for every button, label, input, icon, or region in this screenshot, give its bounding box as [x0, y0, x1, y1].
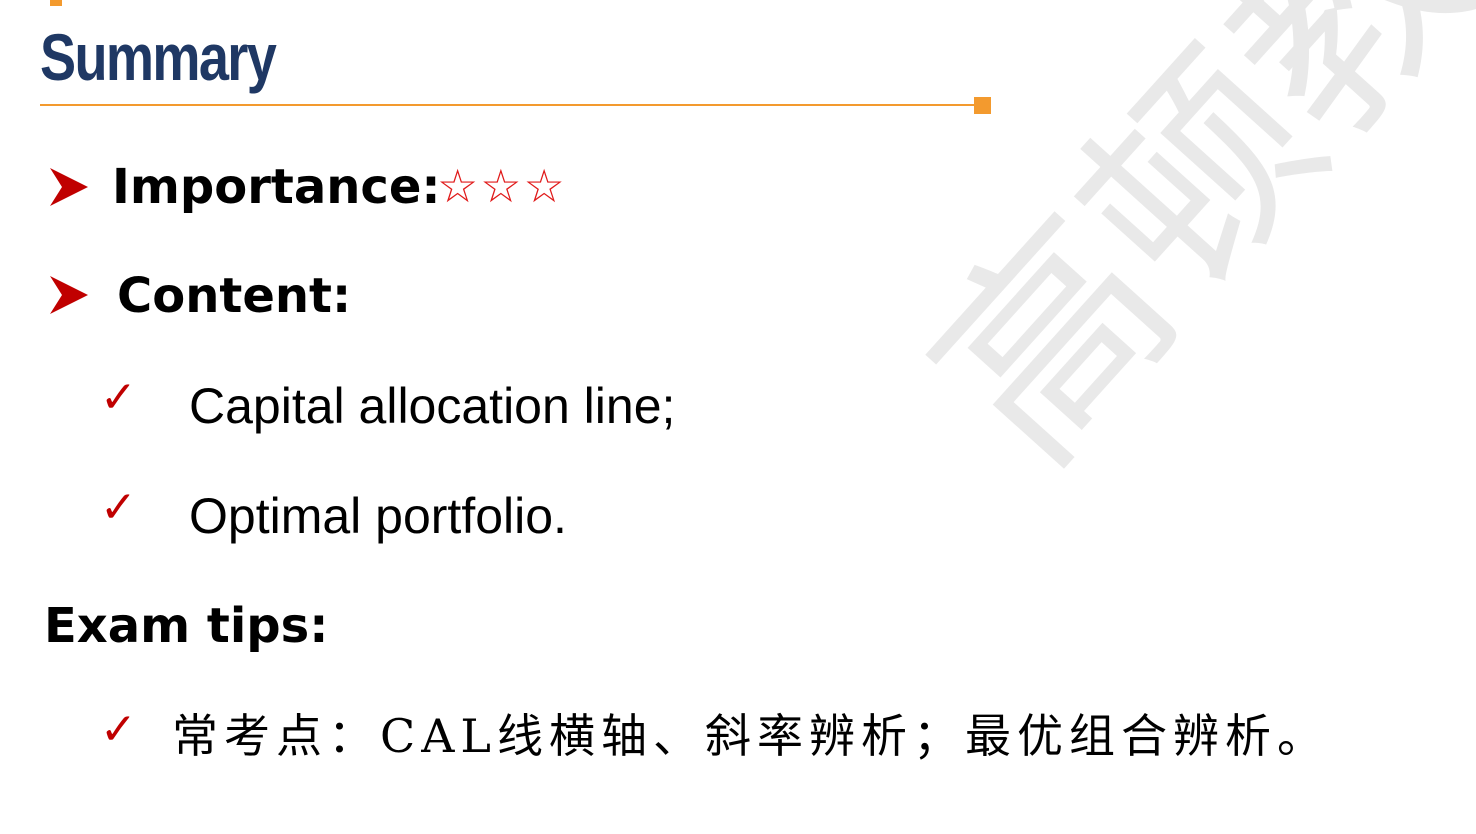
checkmark-icon: ✓ — [100, 482, 137, 533]
slide-title: Summary — [40, 20, 277, 94]
content-label: Content: — [117, 268, 352, 324]
title-underline-end-square — [974, 97, 991, 114]
importance-stars: ☆☆☆ — [437, 159, 567, 213]
watermark: 高顿教育 — [885, 0, 1476, 508]
arrow-bullet-icon — [50, 276, 88, 314]
checkmark-icon: ✓ — [100, 704, 137, 755]
content-item: Optimal portfolio. — [189, 488, 567, 544]
content-item: Capital allocation line; — [189, 378, 676, 434]
importance-label: Importance: — [112, 159, 441, 215]
checkmark-icon: ✓ — [100, 372, 137, 423]
title-underline — [40, 104, 976, 106]
arrow-bullet-icon — [50, 168, 88, 206]
top-accent-mark — [50, 0, 62, 6]
exam-tip-item: 常考点：CAL线横轴、斜率辨析；最优组合辨析。 — [172, 709, 1329, 763]
exam-tips-label: Exam tips: — [44, 598, 329, 654]
